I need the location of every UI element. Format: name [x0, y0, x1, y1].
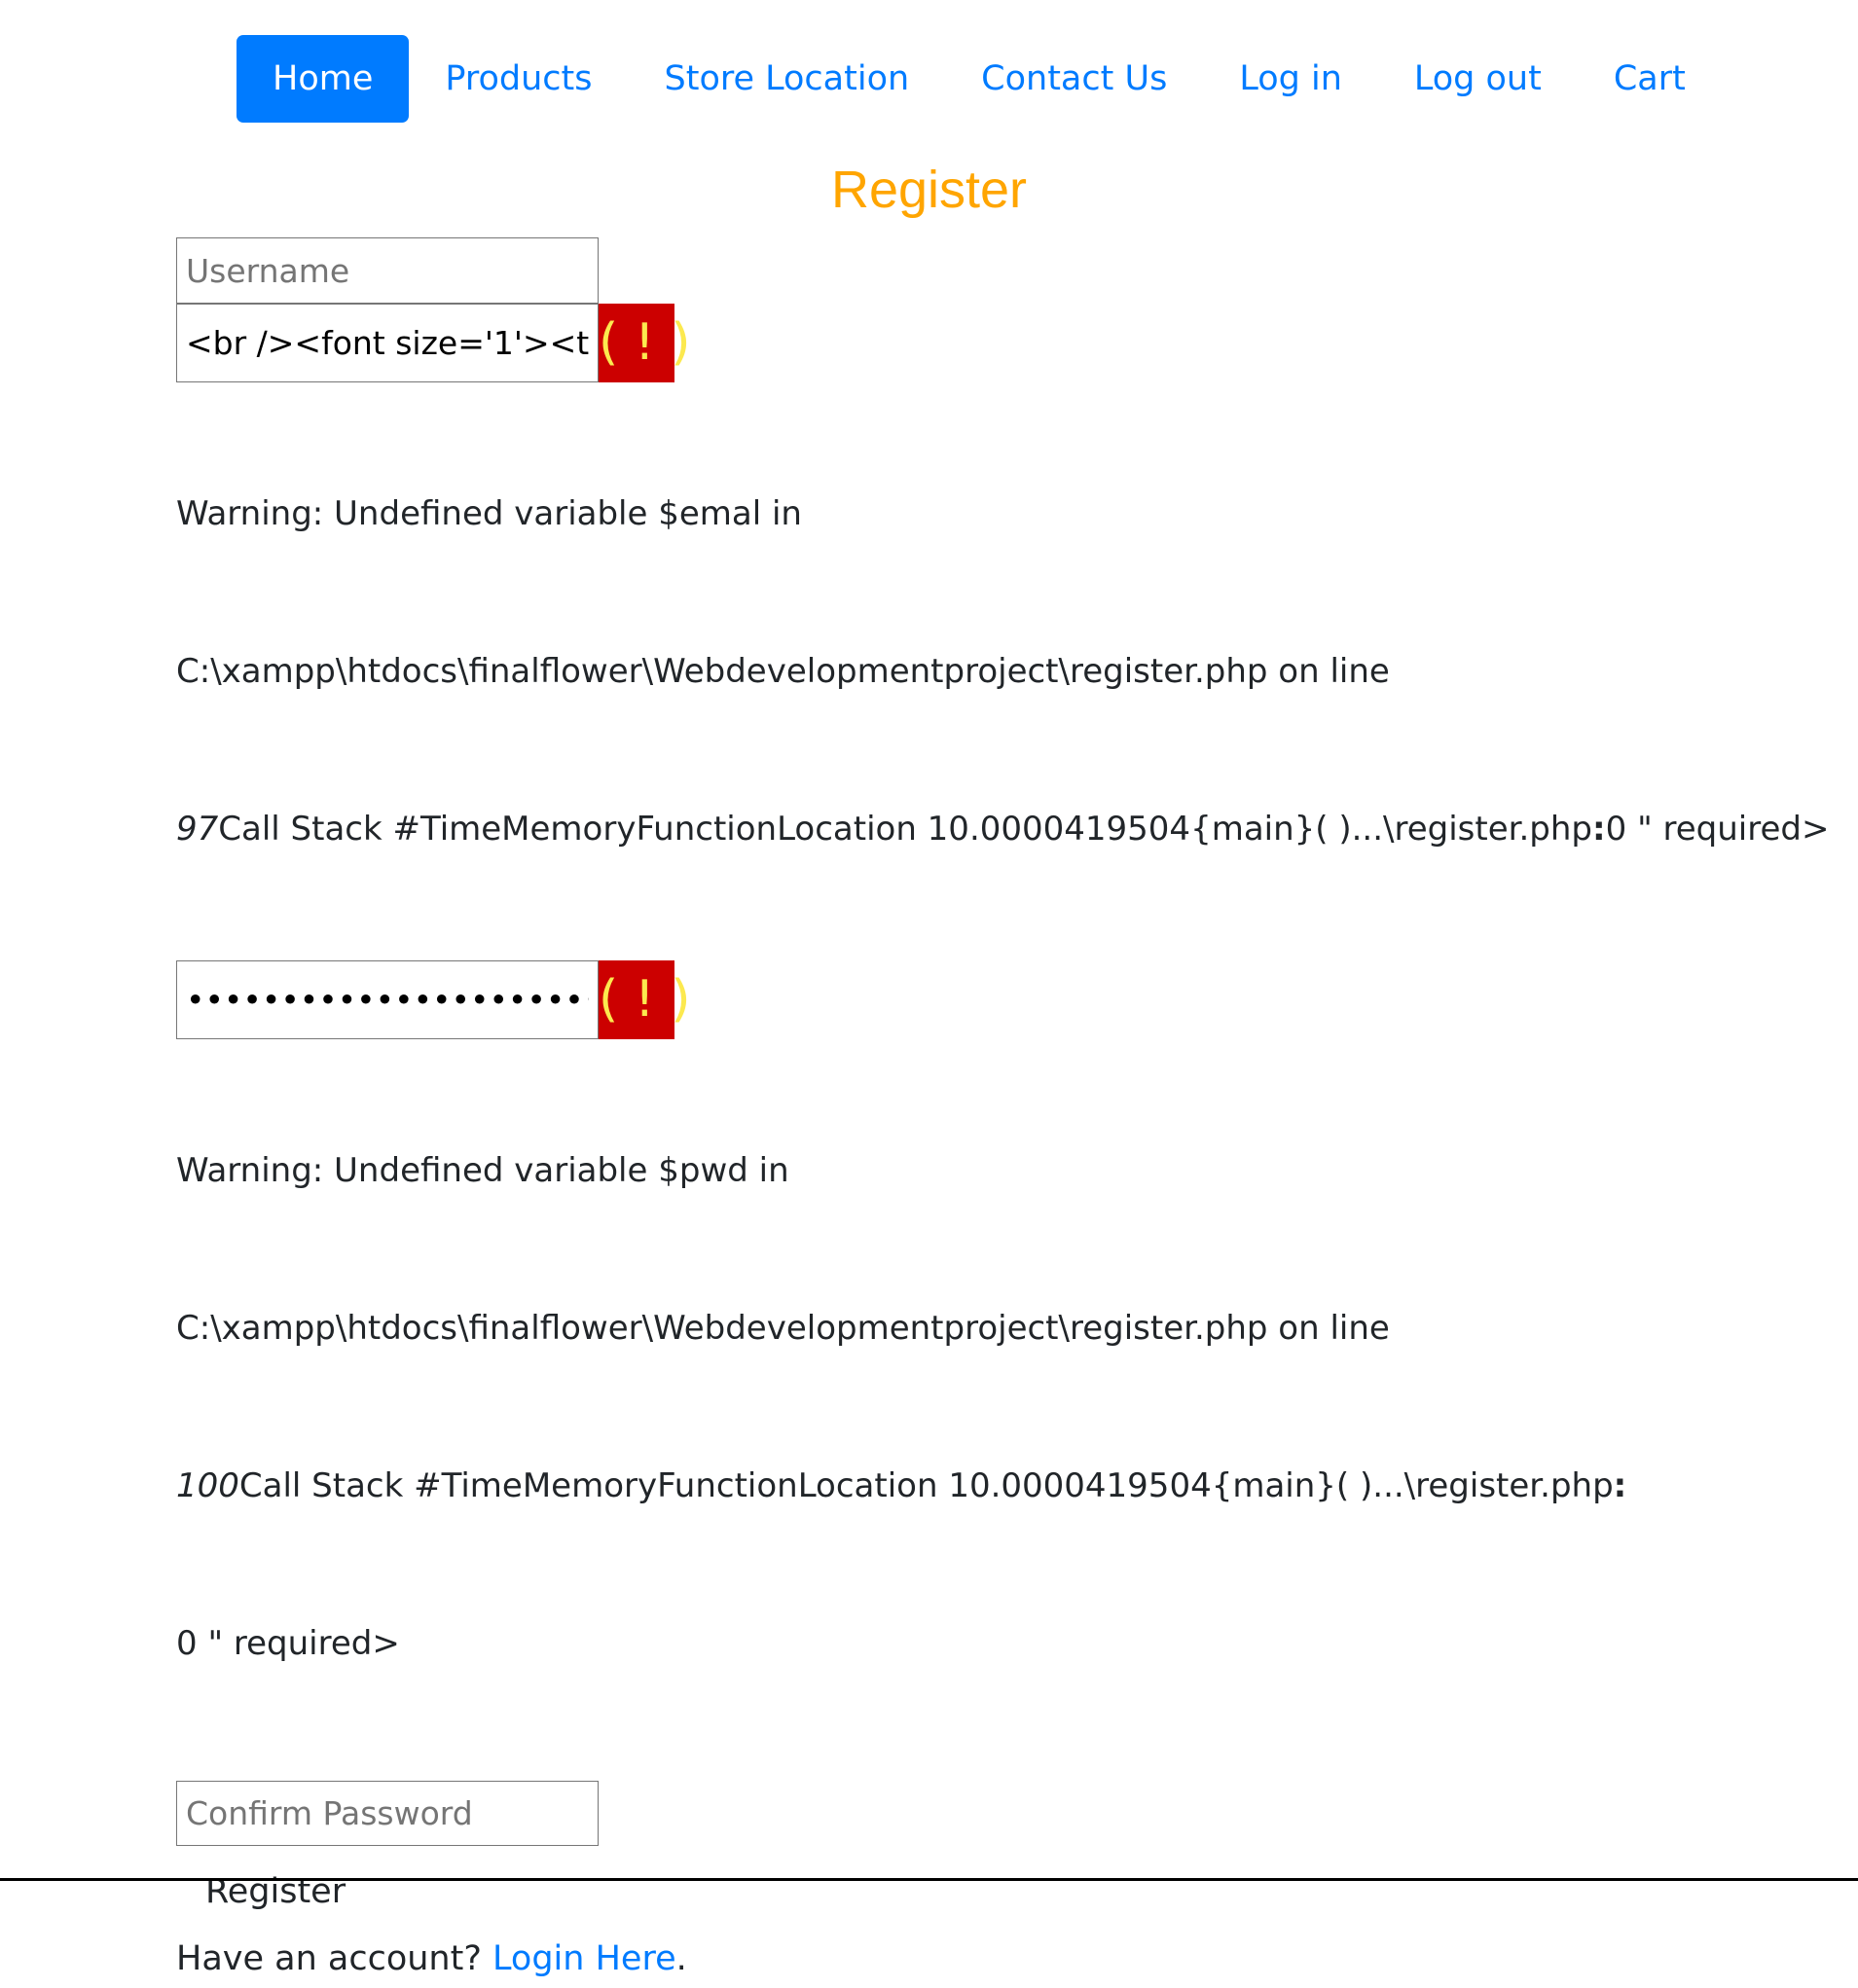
password-warning-line1: Warning: Undefined variable $pwd in: [176, 1151, 789, 1190]
email-warning-callstack: Call Stack #TimeMemoryFunctionLocation 1…: [218, 810, 1593, 849]
password-warning: Warning: Undefined variable $pwd in C:\x…: [176, 1039, 1733, 1775]
password-warning-colon: :: [1613, 1466, 1627, 1505]
nav-contact-us[interactable]: Contact Us: [945, 35, 1203, 123]
register-button[interactable]: Register: [176, 1861, 375, 1922]
password-error-icon: ( ! ): [599, 960, 690, 1039]
password-warning-line-number: 100: [176, 1466, 239, 1505]
email-warning: Warning: Undefined variable $emal in C:\…: [176, 382, 1829, 960]
email-warning-line3: 97Call Stack #TimeMemoryFunctionLocation…: [176, 803, 1829, 855]
email-warning-tail: 0 " required>: [1605, 810, 1830, 849]
email-warning-line2: C:\xampp\htdocs\finalflower\Webdevelopme…: [176, 652, 1390, 691]
account-prompt: Have an account? Login Here.: [176, 1930, 1733, 1988]
nav-products[interactable]: Products: [409, 35, 628, 123]
account-prompt-period: .: [675, 1939, 687, 1978]
email-row: ( ! ): [176, 304, 1733, 382]
email-input[interactable]: [176, 304, 599, 382]
password-warning-callstack: Call Stack #TimeMemoryFunctionLocation 1…: [238, 1466, 1614, 1505]
password-warning-line2: C:\xampp\htdocs\finalflower\Webdevelopme…: [176, 1309, 1390, 1348]
account-prompt-text: Have an account?: [176, 1939, 482, 1978]
password-row: ( ! ): [176, 960, 1733, 1039]
email-warning-line1: Warning: Undefined variable $emal in: [176, 494, 802, 533]
nav-log-in[interactable]: Log in: [1203, 35, 1378, 123]
main-nav: Home Products Store Location Contact Us …: [237, 35, 1722, 123]
nav-store-location[interactable]: Store Location: [629, 35, 946, 123]
nav-cart[interactable]: Cart: [1578, 35, 1722, 123]
email-warning-line-number: 97: [176, 810, 219, 849]
login-here-link[interactable]: Login Here: [492, 1939, 676, 1978]
confirm-password-input[interactable]: [176, 1781, 599, 1846]
username-input[interactable]: [176, 237, 599, 304]
password-warning-line4: 0 " required>: [176, 1624, 400, 1663]
email-error-icon: ( ! ): [599, 304, 690, 382]
password-input[interactable]: [176, 960, 599, 1039]
password-warning-line3: 100Call Stack #TimeMemoryFunctionLocatio…: [176, 1460, 1733, 1512]
register-form: ( ! ) Warning: Undefined variable $emal …: [176, 237, 1829, 1988]
email-warning-colon: :: [1592, 810, 1606, 849]
nav-log-out[interactable]: Log out: [1378, 35, 1578, 123]
nav-home[interactable]: Home: [237, 35, 410, 123]
page-title: Register: [830, 161, 1028, 219]
